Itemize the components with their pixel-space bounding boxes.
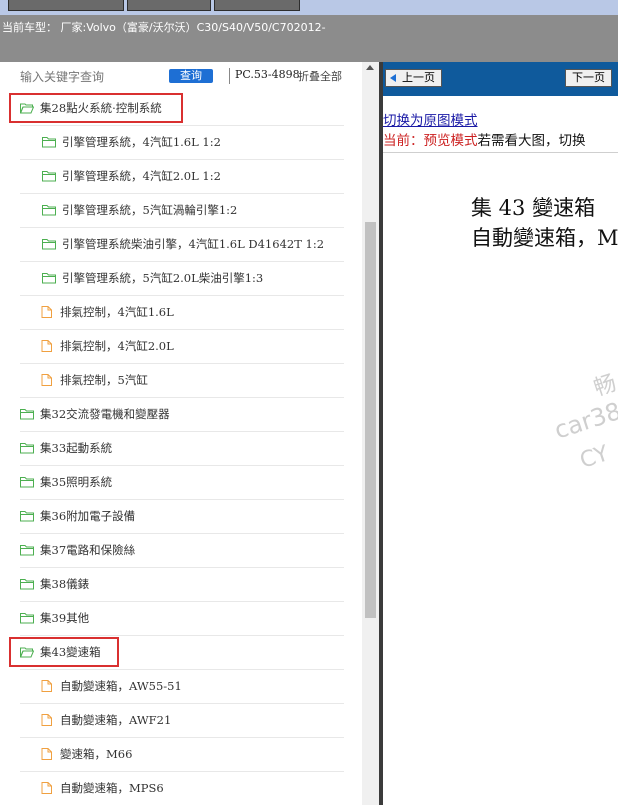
- tree-item[interactable]: 集35照明系統: [0, 466, 362, 500]
- tree-item[interactable]: 集38儀錶: [0, 568, 362, 602]
- next-page-button[interactable]: 下一页: [565, 69, 612, 87]
- tree-item-label: 集28點火系統·控制系統: [40, 101, 162, 115]
- tree-item[interactable]: 集36附加電子設備: [0, 500, 362, 534]
- tree-item-label: 自動變速箱，MPS6: [60, 781, 164, 795]
- folder-icon: [20, 613, 34, 624]
- search-input[interactable]: [18, 68, 172, 86]
- tree-item-label: 集38儀錶: [40, 577, 90, 591]
- pc-code: PC.53-4898: [235, 68, 300, 81]
- search-button[interactable]: 查询: [169, 69, 213, 83]
- tree-item[interactable]: 排氣控制，4汽缸1.6L: [0, 296, 362, 330]
- next-page-label: 下一页: [572, 71, 605, 84]
- tree-item[interactable]: 集39其他: [0, 602, 362, 636]
- folder-icon: [42, 205, 56, 216]
- search-row: 查询 PC.53-4898 折叠全部: [0, 62, 362, 90]
- tree-item-label: 排氣控制，4汽缸1.6L: [60, 305, 174, 319]
- tree-item-label: 集32交流發電機和變壓器: [40, 407, 170, 421]
- folder-icon: [20, 443, 34, 454]
- mode-prefix: 当前：: [383, 133, 424, 149]
- document-icon: [41, 714, 52, 726]
- tree-item-label: 引擎管理系統，4汽缸2.0L 1:2: [62, 169, 221, 183]
- category-tree: 集28點火系統·控制系統引擎管理系統，4汽缸1.6L 1:2 引擎管理系統，4汽缸…: [0, 92, 362, 805]
- document-icon: [41, 782, 52, 794]
- tree-item[interactable]: 引擎管理系統，5汽缸渦輪引擎1:2: [0, 194, 362, 228]
- vehicle-label: 当前车型：: [2, 21, 57, 34]
- tree-item-label: 集33起動系統: [40, 441, 113, 455]
- folder-icon: [42, 239, 56, 250]
- scroll-thumb[interactable]: [365, 222, 376, 618]
- folder-icon: [42, 137, 56, 148]
- tree-item[interactable]: 排氣控制，4汽缸2.0L: [0, 330, 362, 364]
- tree-item[interactable]: 集28點火系統·控制系統: [0, 92, 362, 126]
- tree-item[interactable]: 引擎管理系統，5汽缸2.0L柴油引擎1:3: [0, 262, 362, 296]
- folder-icon: [42, 273, 56, 284]
- folder-icon: [42, 171, 56, 182]
- top-tab-strip: [0, 0, 618, 15]
- scroll-up-arrow-icon[interactable]: [366, 65, 374, 70]
- tree-item-label: 自動變速箱，AWF21: [60, 713, 172, 727]
- tree-item[interactable]: 自動變速箱，AW55-51: [0, 670, 362, 704]
- tree-item-label: 集39其他: [40, 611, 90, 625]
- sidebar-scrollbar[interactable]: [362, 62, 379, 805]
- tree-item-label: 引擎管理系統，5汽缸渦輪引擎1:2: [62, 203, 238, 217]
- document-icon: [41, 680, 52, 692]
- folder-icon: [20, 409, 34, 420]
- prev-page-label: 上一页: [402, 71, 435, 84]
- document-icon: [41, 340, 52, 352]
- folder-icon: [20, 511, 34, 522]
- top-tab-3[interactable]: [214, 0, 300, 11]
- tree-item[interactable]: 引擎管理系統柴油引擎，4汽缸1.6L D41642T 1:2: [0, 228, 362, 262]
- current-vehicle: 当前车型： 厂家:Volvo（富豪/沃尔沃）C30/S40/V50/C70201…: [2, 19, 326, 35]
- folder-icon: [20, 579, 34, 590]
- mode-name: 预览模式: [423, 133, 478, 149]
- tree-item[interactable]: 自動變速箱，AWF21: [0, 704, 362, 738]
- collapse-all-link[interactable]: 折叠全部: [298, 68, 342, 84]
- tree-item-label: 引擎管理系統柴油引擎，4汽缸1.6L D41642T 1:2: [62, 237, 325, 251]
- document-viewer: 上一页 下一页 切换为原图模式 当前：预览模式若需看大图，切换 集 43 變速箱…: [383, 62, 618, 805]
- separator: [229, 68, 230, 84]
- divider-line: [383, 152, 618, 153]
- mode-status: 当前：预览模式若需看大图，切换: [383, 129, 586, 149]
- document-icon: [41, 374, 52, 386]
- document-title-line-1: 集 43 變速箱: [471, 196, 596, 220]
- tree-item-label: 排氣控制，4汽缸2.0L: [60, 339, 174, 353]
- tree-item-label: 引擎管理系統，4汽缸1.6L 1:2: [62, 135, 221, 149]
- switch-original-mode-link[interactable]: 切换为原图模式: [383, 109, 478, 129]
- folder-open-icon: [20, 647, 34, 658]
- tree-item[interactable]: 變速箱，M66: [0, 738, 362, 772]
- folder-open-icon: [20, 103, 34, 114]
- tree-item[interactable]: 引擎管理系統，4汽缸1.6L 1:2: [0, 126, 362, 160]
- tree-item[interactable]: 集32交流發電機和變壓器: [0, 398, 362, 432]
- watermark-text-3: CY: [577, 441, 612, 474]
- tree-item[interactable]: 集37電路和保險絲: [0, 534, 362, 568]
- mode-hint: 若需看大图，切换: [477, 133, 586, 149]
- vehicle-value: 厂家:Volvo（富豪/沃尔沃）C30/S40/V50/C702012-: [60, 21, 326, 34]
- tree-item[interactable]: 排氣控制，5汽缸: [0, 364, 362, 398]
- tree-item-label: 排氣控制，5汽缸: [60, 373, 148, 387]
- tree-item[interactable]: 自動變速箱，MPS6: [0, 772, 362, 805]
- tree-item-label: 自動變速箱，AW55-51: [60, 679, 182, 693]
- tree-item-label: 集35照明系統: [40, 475, 113, 489]
- tree-item-label: 集43變速箱: [40, 645, 101, 659]
- tree-item[interactable]: 集43變速箱: [0, 636, 362, 670]
- tree-item[interactable]: 集33起動系統: [0, 432, 362, 466]
- top-bar: 当前车型： 厂家:Volvo（富豪/沃尔沃）C30/S40/V50/C70201…: [0, 0, 618, 62]
- document-icon: [41, 748, 52, 760]
- tree-item-label: 引擎管理系統，5汽缸2.0L柴油引擎1:3: [62, 271, 264, 285]
- watermark-text-2: car38: [551, 396, 618, 445]
- folder-icon: [20, 545, 34, 556]
- folder-icon: [20, 477, 34, 488]
- document-icon: [41, 306, 52, 318]
- tree-item-label: 變速箱，M66: [60, 747, 133, 761]
- tree-item-label: 集36附加電子設備: [40, 509, 136, 523]
- top-tab-1[interactable]: [8, 0, 124, 11]
- tree-item[interactable]: 引擎管理系統，4汽缸2.0L 1:2: [0, 160, 362, 194]
- page-nav-bar: 上一页 下一页: [383, 62, 618, 96]
- prev-page-button[interactable]: 上一页: [385, 69, 442, 87]
- document-title-line-2: 自動變速箱，M: [471, 226, 618, 250]
- left-arrow-icon: [390, 74, 396, 82]
- sidebar: 查询 PC.53-4898 折叠全部 集28點火系統·控制系統引擎管理系統，4汽…: [0, 62, 362, 805]
- tree-item-label: 集37電路和保險絲: [40, 543, 136, 557]
- top-tab-2[interactable]: [127, 0, 211, 11]
